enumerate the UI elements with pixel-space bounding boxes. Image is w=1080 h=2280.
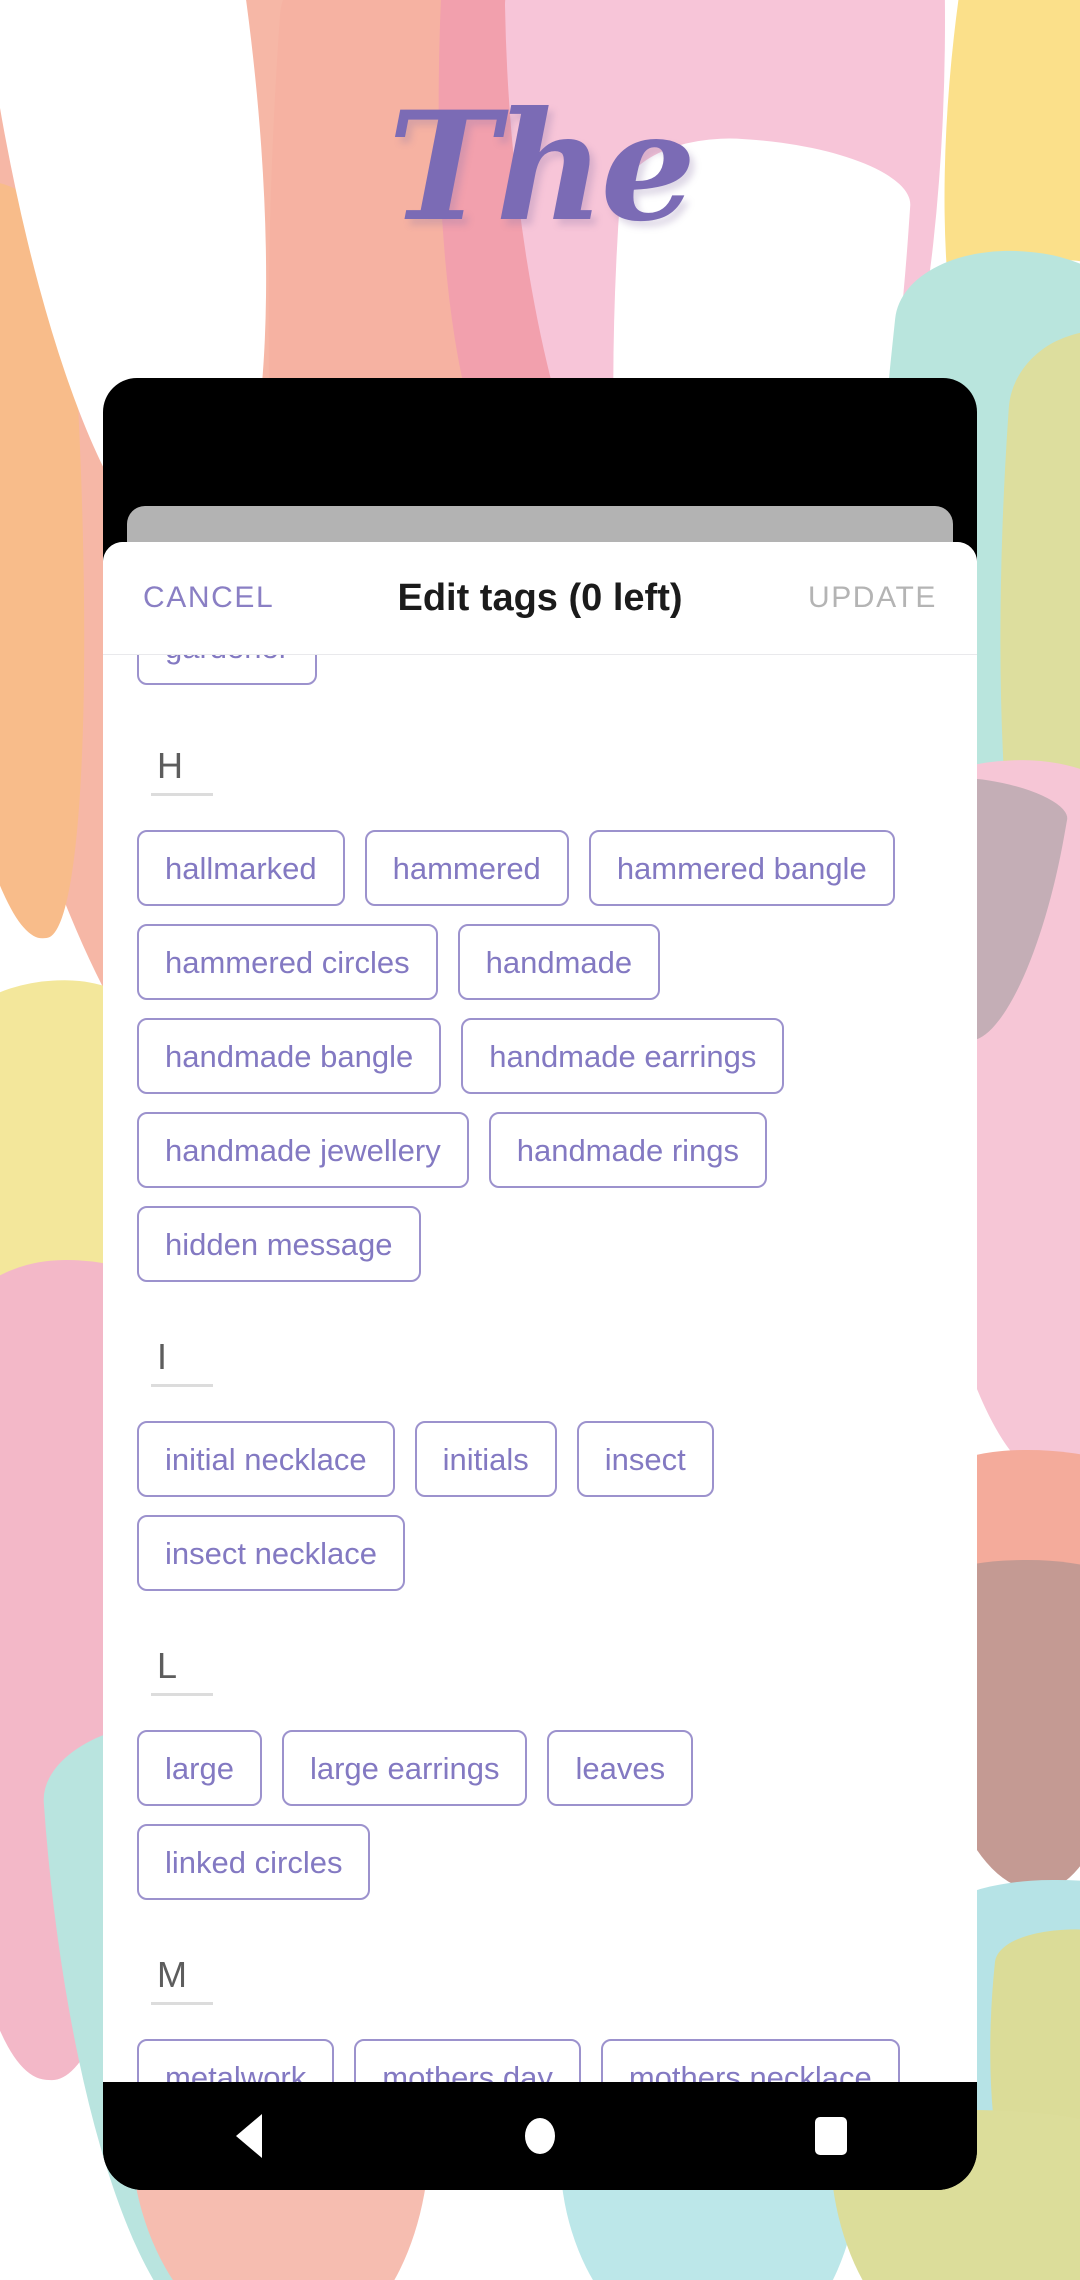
tag-chip-clipped[interactable]: gardener [137, 655, 318, 685]
tag-chip[interactable]: leaves [547, 1730, 694, 1806]
section-letter: I [157, 1336, 168, 1377]
cancel-button[interactable]: CANCEL [137, 571, 280, 625]
android-navigation-bar [103, 2082, 977, 2190]
tag-chip[interactable]: large [137, 1730, 262, 1806]
tag-chip-group: metalwork mothers day mothers necklace [137, 2039, 943, 2082]
tag-chip[interactable]: metalwork [137, 2039, 335, 2082]
tag-chip[interactable]: handmade [457, 924, 661, 1000]
section-divider [151, 793, 213, 796]
tag-chip[interactable]: hammered circles [137, 924, 438, 1000]
section-divider [151, 1693, 213, 1696]
brand-logo-text: The [387, 79, 696, 255]
tag-chip[interactable]: linked circles [137, 1824, 371, 1900]
dialog-header: CANCEL Edit tags (0 left) UPDATE [103, 542, 977, 655]
nav-home-button[interactable] [450, 2082, 630, 2190]
tag-chip[interactable]: handmade jewellery [137, 1112, 469, 1188]
section-letter: H [157, 745, 183, 786]
update-button[interactable]: UPDATE [802, 571, 943, 625]
tag-section-l: Llarge large earrings leaves linked circles [137, 1645, 943, 1900]
edit-tags-dialog: CANCEL Edit tags (0 left) UPDATE gardene… [103, 542, 977, 2082]
tag-chip[interactable]: mothers necklace [600, 2039, 900, 2082]
tag-chip[interactable]: initials [414, 1421, 557, 1497]
home-circle-icon [524, 2118, 555, 2154]
brand-logo: The [0, 92, 1080, 242]
nav-recents-button[interactable] [741, 2082, 921, 2190]
tag-chip[interactable]: insect necklace [137, 1515, 405, 1591]
tag-chip[interactable]: large earrings [281, 1730, 528, 1806]
tag-chip[interactable]: handmade earrings [461, 1018, 785, 1094]
tag-chip[interactable]: hallmarked [137, 830, 345, 906]
tag-chip[interactable]: hidden message [137, 1206, 421, 1282]
tag-chip[interactable]: hammered bangle [588, 830, 895, 906]
phone-frame: CANCEL Edit tags (0 left) UPDATE gardene… [103, 378, 977, 2190]
tag-chip[interactable]: initial necklace [137, 1421, 395, 1497]
recents-square-icon [815, 2117, 848, 2155]
back-triangle-icon [235, 2114, 262, 2158]
tag-chip-group: hallmarked hammered hammered bangle hammere… [137, 830, 943, 1282]
section-divider [151, 2002, 213, 2005]
tag-list-scroll-area[interactable]: gardener Hhallmarkedhammeredhammered ban… [103, 655, 977, 2082]
screen-root: The CANCEL Edit tags (0 left) UPDATE gar… [0, 0, 1080, 2280]
tag-section-h: Hhallmarked hammered hammered bangle hammer… [137, 745, 943, 1282]
tag-chip[interactable]: hammered [364, 830, 569, 906]
tag-chip[interactable]: insect [576, 1421, 714, 1497]
tag-chip[interactable]: handmade bangle [137, 1018, 442, 1094]
nav-back-button[interactable] [159, 2082, 339, 2190]
clipped-previous-chip-row: gardener [137, 655, 943, 691]
section-letter: L [157, 1645, 178, 1686]
section-divider [151, 1384, 213, 1387]
tag-chip-group: large large earrings leaves linked circles [137, 1730, 943, 1900]
tag-sections: Hhallmarked hammered hammered bangle hammer… [137, 745, 943, 2082]
tag-chip[interactable]: handmade rings [488, 1112, 768, 1188]
tag-chip[interactable]: mothers day [354, 2039, 581, 2082]
tag-section-m: Mmetalwork mothers day mothers necklace [137, 1954, 943, 2082]
section-letter: M [157, 1954, 187, 1995]
tag-section-i: Iinitial necklace initials insect insect ne… [137, 1336, 943, 1591]
tag-chip-group: initial necklace initials insect insect nec… [137, 1421, 943, 1591]
